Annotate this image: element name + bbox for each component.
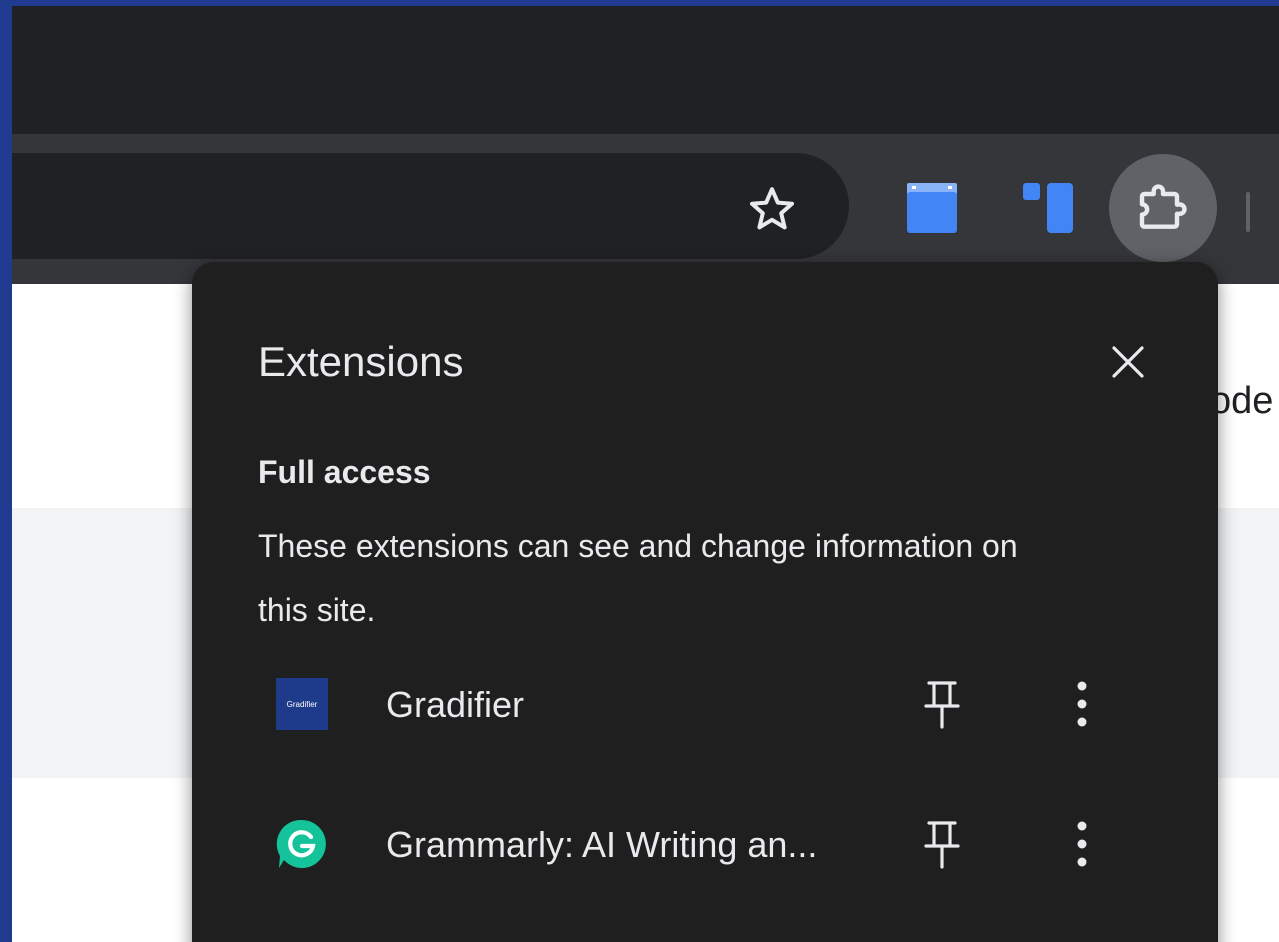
address-bar[interactable] (12, 153, 849, 259)
toolbar-separator (1246, 192, 1250, 232)
grammarly-icon (276, 818, 328, 870)
close-button[interactable] (1102, 336, 1154, 388)
extension-name: Gradifier (386, 684, 525, 725)
grammarly-logo (276, 819, 326, 868)
extension-row-grammarly[interactable]: Grammarly: AI Writing an... (192, 784, 1218, 904)
vertical-dots-icon (1077, 821, 1087, 867)
section-description: These extensions can see and change info… (258, 528, 1018, 628)
extensions-menu: Extensions Full access These extensions … (192, 262, 1218, 942)
browser-window: ode Extensions Full access These extensi… (12, 6, 1279, 942)
section-title: Full access (258, 454, 431, 490)
bookmark-star-button[interactable] (740, 184, 804, 234)
menu-title: Extensions (258, 338, 464, 385)
vertical-dots-icon (1077, 681, 1087, 727)
star-icon (750, 187, 794, 230)
page-text-fragment: ode (1210, 380, 1274, 422)
pin-button[interactable] (914, 814, 970, 874)
puzzle-icon (1139, 184, 1187, 229)
extensions-menu-button[interactable] (1109, 154, 1217, 262)
extension-name: Grammarly: AI Writing an... (386, 824, 818, 865)
gradifier-icon-text: Gradifier (286, 699, 318, 709)
pin-icon (924, 821, 960, 869)
close-icon (1112, 346, 1144, 378)
pin-button[interactable] (914, 674, 970, 734)
trello-extension-button[interactable] (1018, 178, 1078, 238)
more-options-button[interactable] (1054, 674, 1110, 734)
folder-extension-icon (907, 183, 957, 233)
trello-extension-icon (1023, 183, 1073, 233)
extension-row-gradifier[interactable]: Gradifier Gradifier (192, 644, 1218, 764)
folder-extension-button[interactable] (902, 178, 962, 238)
tab-strip (12, 6, 1279, 134)
gradifier-icon: Gradifier (276, 678, 328, 730)
more-options-button[interactable] (1054, 814, 1110, 874)
pin-icon (924, 681, 960, 729)
